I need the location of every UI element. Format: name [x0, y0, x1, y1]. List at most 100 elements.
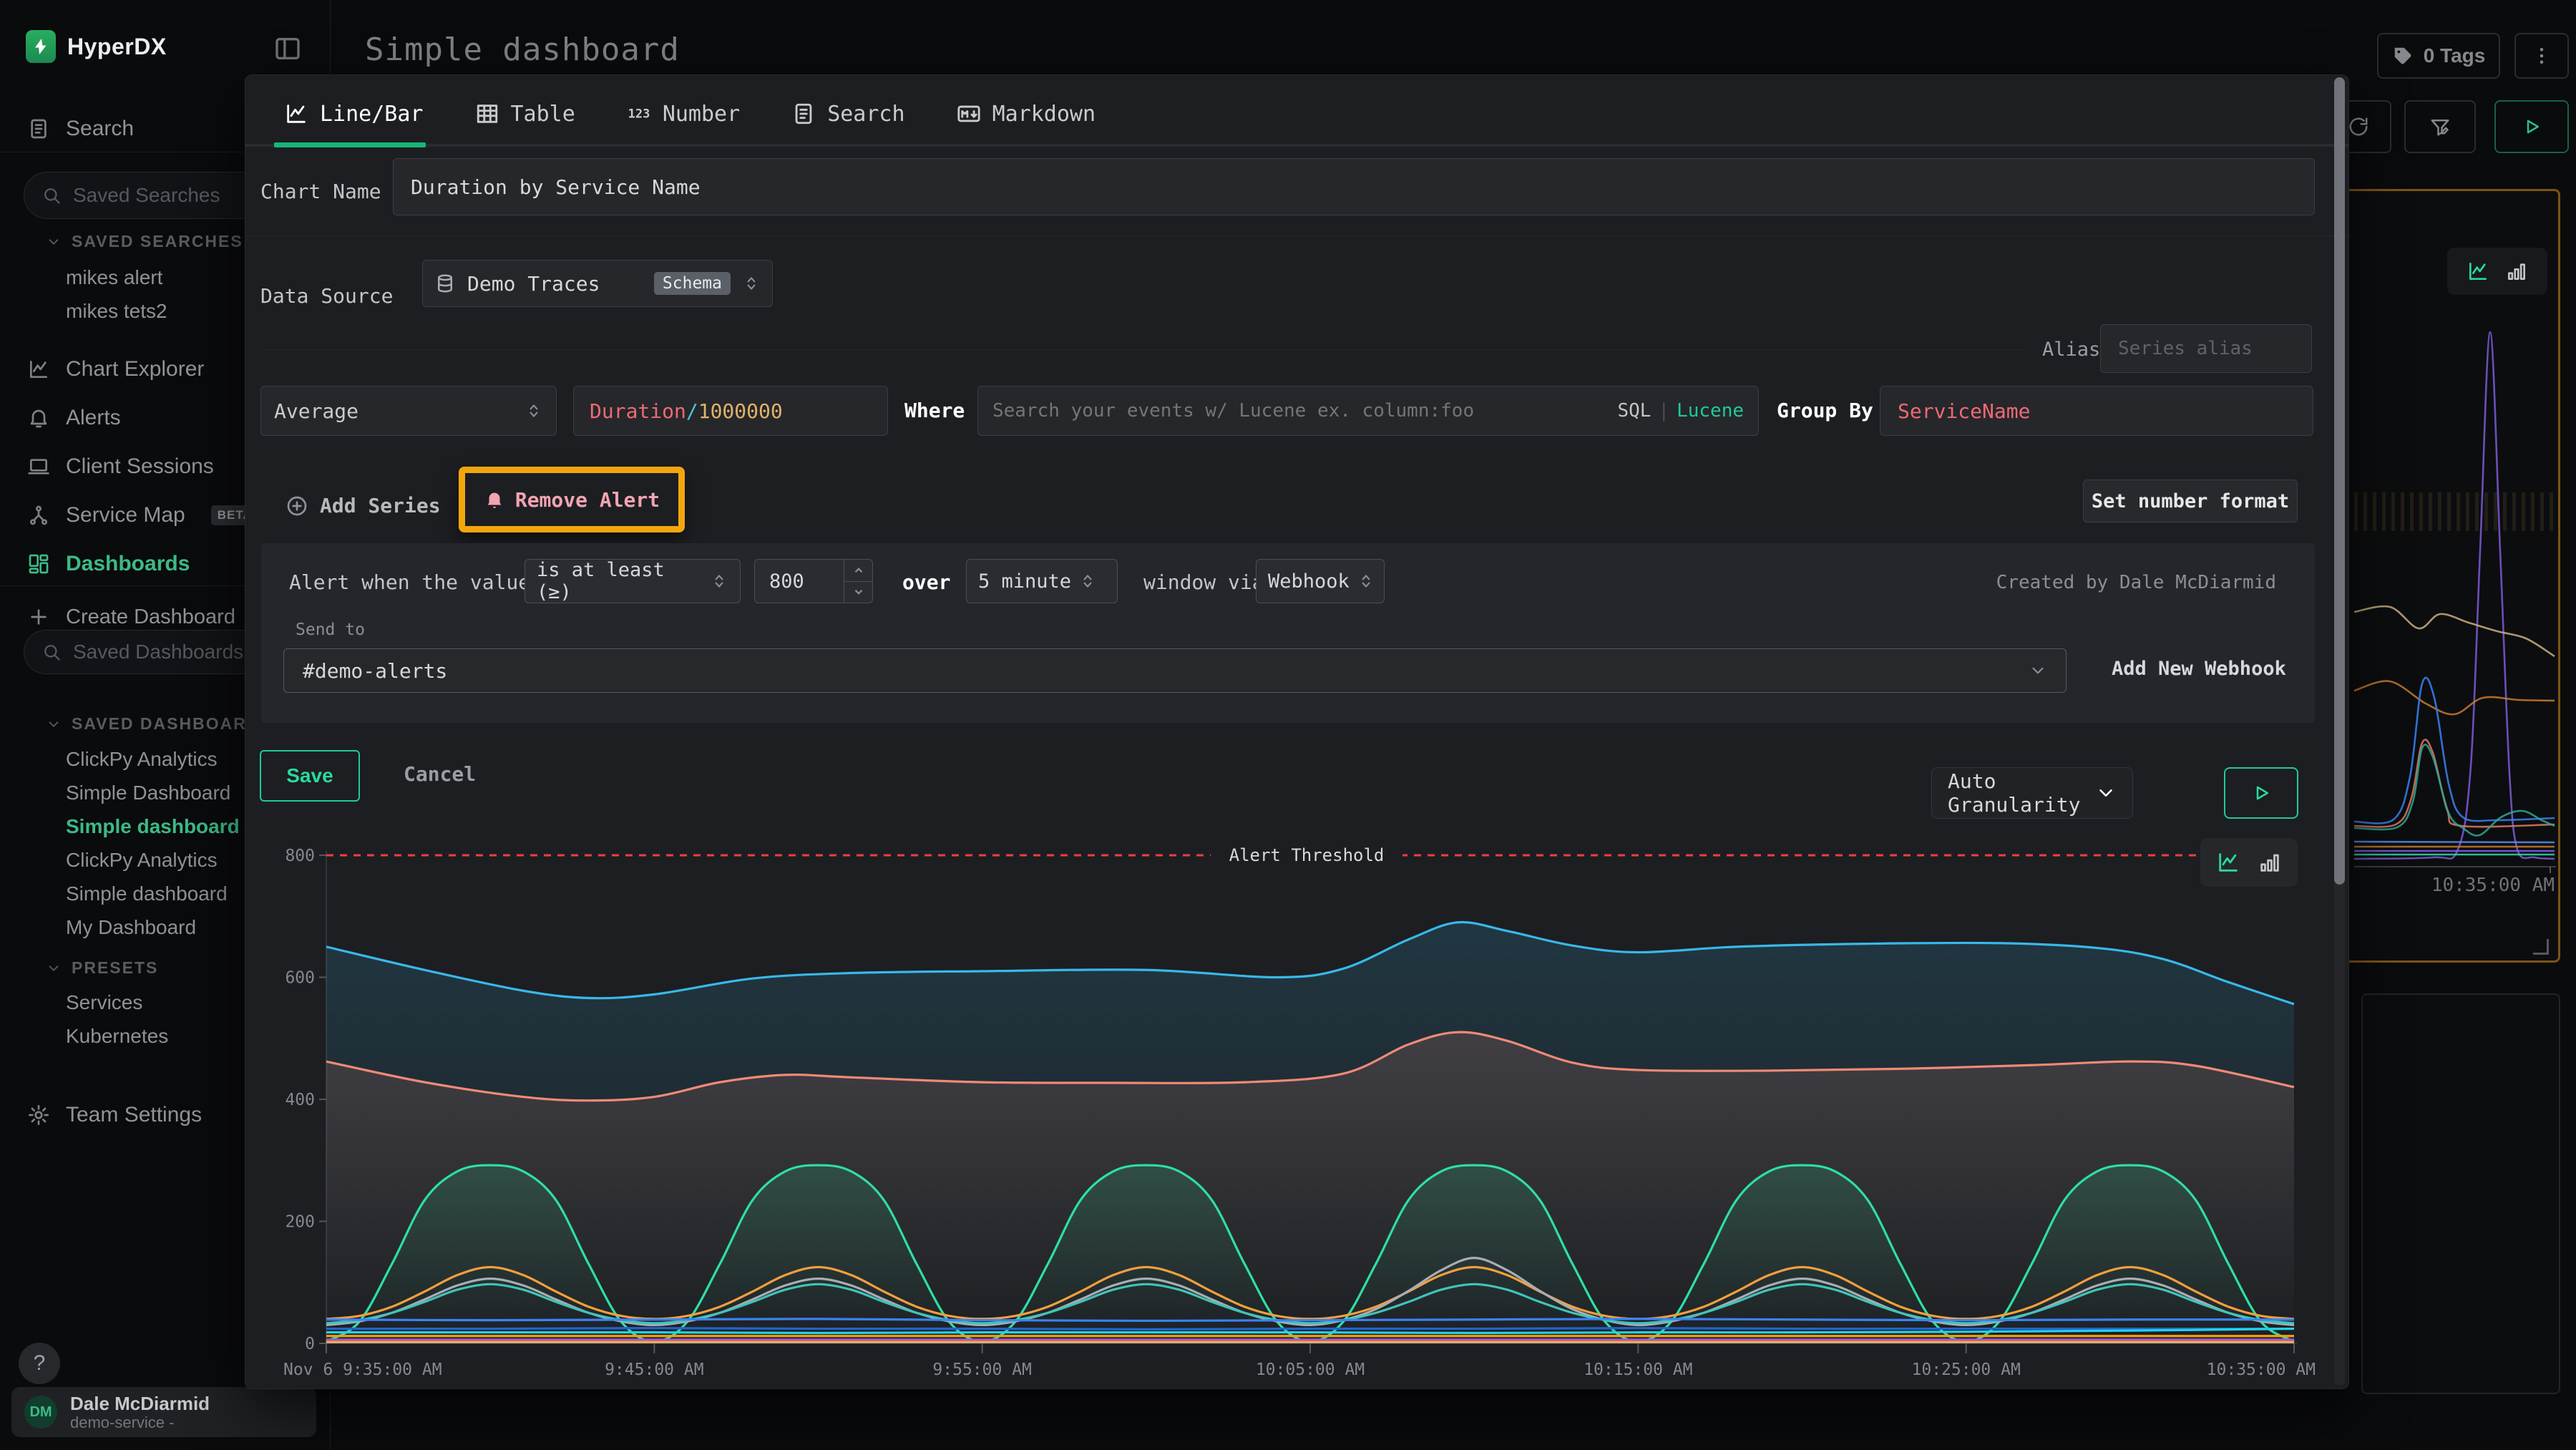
create-dashboard-label: Create Dashboard	[66, 605, 235, 629]
line-chart-icon[interactable]	[2216, 850, 2240, 875]
tags-button[interactable]: 0 Tags	[2377, 33, 2500, 79]
search-icon	[42, 185, 62, 205]
laptop-icon	[27, 455, 50, 478]
language-separator: |	[1658, 400, 1669, 422]
alert-window-select[interactable]: 5 minute	[966, 559, 1118, 603]
alert-config-panel: Alert when the value is at least (≥) 800…	[261, 543, 2315, 723]
threshold-value: 800	[755, 560, 844, 603]
live-tail-button[interactable]	[2494, 100, 2569, 153]
chart-line-icon	[27, 358, 50, 381]
service-map-icon	[27, 504, 50, 527]
brand[interactable]: HyperDX	[26, 30, 167, 63]
remove-alert-button[interactable]: Remove Alert	[459, 467, 685, 532]
refresh-icon	[2348, 116, 2369, 137]
svg-text:9:45:00 AM: 9:45:00 AM	[605, 1361, 703, 1379]
chart-type-tabs: Line/Bar Table 123Number Search Markdown	[284, 94, 1096, 134]
tag-icon	[2392, 45, 2414, 67]
stepper-up[interactable]	[844, 560, 872, 582]
chart-name-input[interactable]	[393, 158, 2315, 215]
dashboards-icon	[27, 553, 50, 575]
svg-text:Alert Threshold: Alert Threshold	[1229, 845, 1385, 865]
field-token: Duration	[590, 399, 686, 423]
alert-condition-select[interactable]: is at least (≥)	[525, 559, 741, 603]
active-tab-underline	[274, 142, 426, 147]
lucene-language-toggle[interactable]: Lucene	[1677, 400, 1744, 422]
more-menu-button[interactable]	[2514, 33, 2569, 79]
stepper-down[interactable]	[844, 582, 872, 603]
series-field-input[interactable]: Duration/1000000	[573, 386, 888, 436]
save-button[interactable]: Save	[260, 750, 360, 802]
brand-name: HyperDX	[67, 34, 167, 60]
chevron-updown-icon	[525, 402, 543, 420]
user-menu[interactable]: DM Dale McDiarmid demo-service -	[11, 1387, 316, 1437]
sidebar-collapse-icon[interactable]	[273, 34, 302, 63]
saved-dashboards-placeholder: Saved Dashboards	[73, 641, 243, 663]
sidebar-item-label: Chart Explorer	[66, 357, 204, 381]
saved-searches-section[interactable]: SAVED SEARCHES	[46, 232, 243, 251]
chart-type-toggle[interactable]	[2200, 838, 2298, 887]
condition-value: is at least (≥)	[537, 559, 703, 603]
user-name: Dale McDiarmid	[70, 1393, 210, 1414]
tab-label: Number	[663, 102, 740, 127]
svg-text:0: 0	[305, 1335, 315, 1353]
tab-label: Markdown	[992, 102, 1096, 127]
chart-line-icon	[284, 102, 308, 126]
line-chart-icon[interactable]	[2467, 260, 2489, 283]
over-label: over	[902, 570, 950, 594]
aggregation-select[interactable]: Average	[260, 386, 557, 436]
modal-scrollbar-thumb[interactable]	[2334, 77, 2345, 885]
series-alias-input[interactable]	[2100, 324, 2312, 373]
sql-language-toggle[interactable]: SQL	[1617, 400, 1651, 422]
add-series-button[interactable]: Add Series	[286, 494, 441, 517]
set-number-format-button[interactable]: Set number format	[2083, 480, 2298, 522]
presets-section[interactable]: PRESETS	[46, 958, 158, 978]
tab-table[interactable]: Table	[475, 94, 575, 134]
tab-line-bar[interactable]: Line/Bar	[284, 94, 424, 134]
sidebar-item-label: Dashboards	[66, 552, 190, 576]
tab-number[interactable]: 123Number	[627, 94, 740, 134]
section-title: PRESETS	[72, 958, 158, 978]
run-query-button[interactable]	[2224, 767, 2298, 819]
filter-icon	[2429, 116, 2451, 137]
saved-dashboards-section[interactable]: SAVED DASHBOARDS	[46, 714, 273, 734]
background-chart-type-toggle[interactable]	[2447, 248, 2547, 295]
alert-channel-select[interactable]: Webhook	[1256, 559, 1385, 603]
doc-icon	[791, 102, 816, 126]
alert-prefix: Alert when the value	[289, 570, 530, 594]
remove-alert-label: Remove Alert	[515, 488, 660, 512]
send-to-select[interactable]: #demo-alerts	[283, 648, 2067, 693]
where-label: Where	[904, 399, 965, 422]
divider	[260, 349, 2028, 350]
svg-text:10:05:00 AM: 10:05:00 AM	[1256, 1361, 1365, 1379]
panel-resize-handle[interactable]	[2533, 939, 2549, 955]
where-search-input[interactable]	[992, 400, 1610, 422]
granularity-select[interactable]: Auto Granularity	[1931, 767, 2133, 819]
svg-text:10:35:00 AM: 10:35:00 AM	[2207, 1361, 2316, 1379]
alias-label: Alias	[2042, 339, 2100, 361]
cancel-button[interactable]: Cancel	[404, 762, 476, 786]
send-to-label: Send to	[296, 621, 365, 639]
help-button[interactable]: ?	[19, 1343, 60, 1384]
svg-text:800: 800	[285, 847, 315, 865]
tab-markdown[interactable]: Markdown	[957, 94, 1096, 134]
where-search-wrap: SQL | Lucene	[977, 386, 1759, 436]
add-new-webhook-button[interactable]: Add New Webhook	[2112, 658, 2286, 680]
tab-label: Table	[511, 102, 575, 127]
search-icon	[42, 642, 62, 662]
chevron-updown-icon	[1078, 572, 1097, 590]
saved-searches-placeholder: Saved Searches	[73, 184, 220, 207]
chevron-down-icon	[2095, 782, 2117, 804]
data-source-select[interactable]: Demo Traces Schema	[422, 260, 773, 307]
channel-value: Webhook	[1268, 570, 1350, 593]
filter-button[interactable]	[2404, 100, 2476, 153]
group-by-input[interactable]: ServiceName	[1880, 386, 2313, 436]
bar-chart-icon[interactable]	[2258, 850, 2282, 875]
search-page-icon	[27, 117, 50, 140]
plus-icon	[27, 605, 50, 628]
svg-text:10:25:00 AM: 10:25:00 AM	[1912, 1361, 2021, 1379]
bar-chart-icon[interactable]	[2505, 260, 2528, 283]
alert-threshold-input[interactable]: 800	[754, 559, 873, 603]
chevron-down-icon	[46, 716, 62, 732]
tab-search[interactable]: Search	[791, 94, 904, 134]
threshold-steppers	[844, 560, 872, 603]
